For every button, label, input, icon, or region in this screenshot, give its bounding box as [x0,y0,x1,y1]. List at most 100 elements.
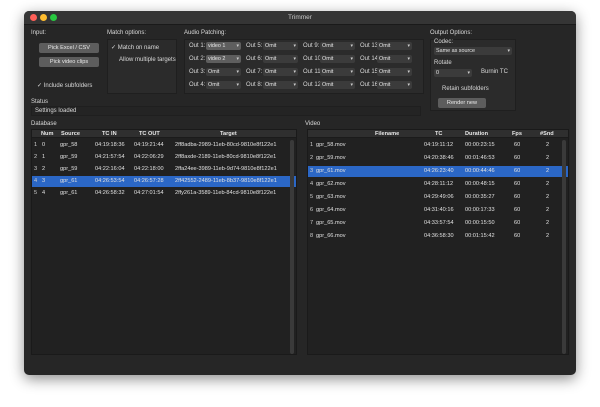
database-label: Database [31,121,57,127]
table-row[interactable]: 4 gpr_62.mov 04:28:11:12 00:00:48:15 60 2 [308,179,568,190]
pick-excel-button[interactable]: Pick Excel / CSV [39,43,99,53]
col-tc-out[interactable]: TC OUT [139,131,160,137]
table-cell: 04:26:57:28 [134,178,164,184]
chevron-down-icon: ▾ [236,43,239,49]
table-cell: 04:31:40:16 [424,207,454,213]
audio-out-select[interactable]: Omit ▾ [377,81,412,89]
table-cell: gpr_59 [60,166,78,172]
audio-out-label: Out 9: [303,43,320,49]
table-cell: 2 [546,194,550,200]
table-cell: 60 [514,233,521,239]
match-on-name-checkbox[interactable]: ✓ Match on name [111,44,159,51]
table-row[interactable]: 1 0 gpr_58 04:19:18:36 04:19:21:44 2ff8adba-2… [32,140,296,151]
table-row[interactable]: 2 gpr_59.mov 04:20:38:46 00:01:46:53 60 2 [308,153,568,164]
table-cell: 00:00:44:46 [465,168,495,174]
allow-multiple-targets-checkbox[interactable]: Allow multiple targets [119,57,176,63]
col-snd[interactable]: #Snd [540,131,554,137]
row-number: 6 [310,207,314,213]
chevron-down-icon: ▾ [236,56,239,62]
table-cell: 60 [514,194,521,200]
table-cell: 04:26:58:32 [95,190,125,196]
chevron-down-icon: ▾ [350,43,353,49]
table-cell: 04:22:06:29 [134,154,164,160]
rotate-label: Rotate [434,60,452,66]
table-cell: 04:19:21:44 [134,142,164,148]
audio-out-select[interactable]: Omit ▾ [263,42,298,50]
audio-out-select[interactable]: video 1 ▾ [206,42,241,50]
table-row[interactable]: 6 gpr_64.mov 04:31:40:16 00:00:17:33 60 2 [308,205,568,216]
include-subfolders-checkbox[interactable]: ✓ Include subfolders [37,82,92,89]
table-cell: 00:00:15:50 [465,220,495,226]
audio-out-select[interactable]: Omit ▾ [263,68,298,76]
table-cell: 2 [546,233,550,239]
table-cell: gpr_59.mov [316,155,346,161]
pick-video-button[interactable]: Pick video clips [39,57,99,67]
row-number: 5 [310,194,314,200]
col-tc-in[interactable]: TC IN [102,131,117,137]
table-row[interactable]: 5 gpr_63.mov 04:29:49:06 00:00:35:27 60 2 [308,192,568,203]
audio-out-select[interactable]: Omit ▾ [320,81,355,89]
burnin-tc-checkbox[interactable]: Burnin TC [481,69,508,75]
table-row[interactable]: 3 2 gpr_59 04:22:16:04 04:22:18:00 2ffa24ee-3… [32,164,296,175]
audio-out-select[interactable]: Omit ▾ [320,42,355,50]
audio-out-select[interactable]: video 2 ▾ [206,55,241,63]
table-row[interactable]: 1 gpr_58.mov 04:19:11:12 00:00:23:15 60 2 [308,140,568,151]
audio-out-select[interactable]: Omit ▾ [206,81,241,89]
audio-out-select[interactable]: Omit ▾ [263,81,298,89]
table-cell: 0 [42,142,46,148]
table-cell: 04:22:18:00 [134,166,164,172]
table-row[interactable]: 7 gpr_65.mov 04:33:57:54 00:00:15:50 60 2 [308,218,568,229]
render-new-button[interactable]: Render new [438,98,486,108]
table-row[interactable]: 3 gpr_61.mov 04:26:23:40 00:00:44:46 60 2 [308,166,568,177]
col-duration[interactable]: Duration [465,131,488,137]
col-target[interactable]: Target [220,131,237,137]
row-number: 5 [34,190,38,196]
col-filename[interactable]: Filename [375,131,399,137]
audio-out-select[interactable]: Omit ▾ [320,68,355,76]
audio-out-select[interactable]: Omit ▾ [320,55,355,63]
col-source[interactable]: Source [61,131,80,137]
table-cell: 2ffy261a-3589-11eb-84cd-9810e8f122e1 [175,190,277,196]
table-cell: 4 [42,190,46,196]
table-row[interactable]: 8 gpr_66.mov 04:36:58:30 00:01:15:42 60 2 [308,231,568,242]
video-scrollbar[interactable] [562,140,566,354]
table-cell: 04:26:53:54 [95,178,125,184]
table-cell: gpr_63.mov [316,194,346,200]
col-num[interactable]: Num [41,131,53,137]
rotate-select[interactable]: 0 ▾ [434,69,472,77]
table-cell: gpr_58.mov [316,142,346,148]
col-tc[interactable]: TC [435,131,442,137]
row-number: 4 [34,178,38,184]
row-number: 4 [310,181,314,187]
row-number: 3 [34,166,38,172]
table-cell: 00:01:15:42 [465,233,495,239]
table-row[interactable]: 2 1 gpr_59 04:21:57:54 04:22:06:29 2ff8axde-2… [32,152,296,163]
audio-out-select[interactable]: Omit ▾ [206,68,241,76]
audio-out-label: Out 1: [189,43,206,49]
table-row[interactable]: 4 3 gpr_61 04:26:53:54 04:26:57:28 2ff42552-2… [32,176,296,187]
chevron-down-icon: ▾ [350,56,353,62]
col-fps[interactable]: Fps [512,131,522,137]
audio-out-label: Out 2: [189,56,206,62]
audio-out-select[interactable]: Omit ▾ [377,68,412,76]
table-cell: 04:19:11:12 [424,142,454,148]
chevron-down-icon: ▾ [236,82,239,88]
table-row[interactable]: 5 4 gpr_61 04:26:58:32 04:27:01:54 2ffy261a-3… [32,188,296,199]
retain-subfolders-checkbox[interactable]: Retain subfolders [442,86,489,92]
table-cell: 2 [546,168,550,174]
table-cell: gpr_62.mov [316,181,346,187]
chevron-down-icon: ▾ [407,82,410,88]
audio-out-label: Out 5: [246,43,263,49]
table-cell: gpr_58 [60,142,78,148]
audio-out-select[interactable]: Omit ▾ [377,42,412,50]
audio-out-select[interactable]: Omit ▾ [263,55,298,63]
database-scrollbar[interactable] [290,140,294,354]
codec-select[interactable]: Same as source ▾ [434,47,512,55]
table-cell: 00:01:46:53 [465,155,495,161]
table-cell: 1 [42,154,46,160]
table-cell: gpr_64.mov [316,207,346,213]
codec-label: Codec: [434,39,454,45]
table-cell: 60 [514,155,521,161]
table-cell: 3 [42,178,46,184]
audio-out-select[interactable]: Omit ▾ [377,55,412,63]
